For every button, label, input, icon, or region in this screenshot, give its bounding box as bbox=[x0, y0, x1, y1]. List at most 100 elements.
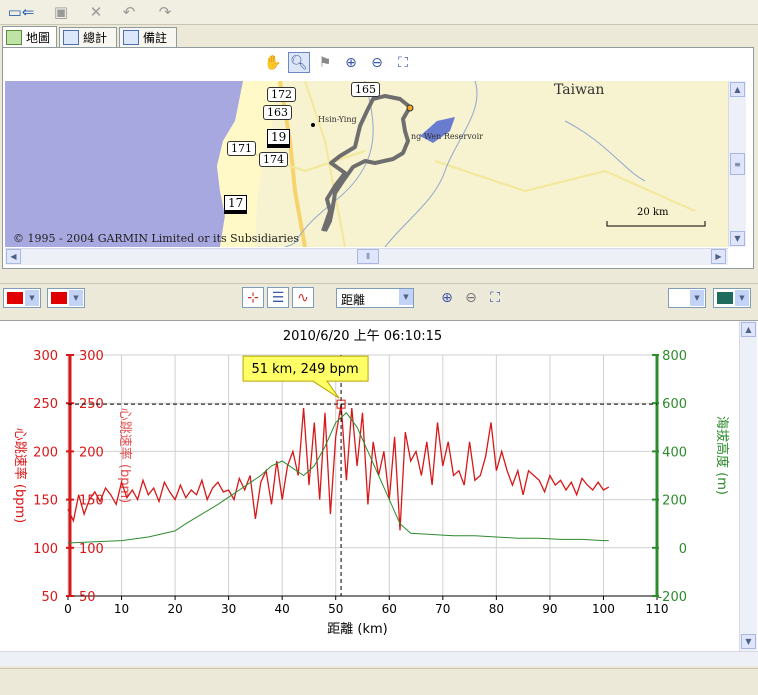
zoom-in-icon[interactable]: ⊕ bbox=[436, 287, 458, 308]
right-tick-label: 400 bbox=[662, 445, 687, 460]
scale-bar bbox=[606, 221, 706, 227]
right-axis-title: 海拔高度 (m) bbox=[714, 416, 730, 495]
tab-map[interactable]: 地圖 bbox=[2, 26, 57, 48]
scroll-left-icon[interactable]: ◀ bbox=[6, 249, 21, 264]
left-tick-label-inner: 300 bbox=[79, 349, 104, 364]
line-graph-icon[interactable]: ∿ bbox=[292, 287, 314, 308]
left-tick-label-inner: 200 bbox=[79, 445, 104, 460]
map-copyright: © 1995 - 2004 GARMIN Limited or its Subs… bbox=[13, 232, 300, 245]
track-endpoint bbox=[406, 104, 414, 112]
left-axis-title: 心跳速率 (bpm) bbox=[12, 428, 28, 523]
x-tick-label: 20 bbox=[167, 602, 182, 616]
right-tick-label: -200 bbox=[657, 590, 687, 605]
status-bar bbox=[0, 668, 758, 695]
chart-horizontal-scrollbar[interactable] bbox=[0, 651, 758, 666]
list-icon bbox=[63, 30, 79, 45]
scroll-down-icon[interactable]: ▼ bbox=[730, 231, 745, 246]
chevron-down-icon: ▼ bbox=[690, 290, 704, 306]
color-swatch bbox=[717, 292, 733, 304]
scroll-thumb[interactable]: ≡ bbox=[730, 153, 745, 175]
color-swatch bbox=[7, 292, 23, 304]
undo-icon[interactable]: ↶ bbox=[118, 2, 140, 22]
elevation-series bbox=[67, 412, 609, 544]
zoom-in-icon[interactable]: ⊕ bbox=[340, 52, 362, 73]
tab-map-label: 地圖 bbox=[26, 31, 51, 45]
chart-vertical-scrollbar[interactable]: ▲ ▼ bbox=[739, 321, 757, 651]
fit-extent-icon[interactable]: ⛶ bbox=[484, 287, 506, 308]
delete-icon[interactable]: ✕ bbox=[85, 2, 107, 22]
main-toolbar: ▭⇐ ▣ ✕ ↶ ↷ bbox=[0, 0, 758, 25]
crosshair-icon[interactable]: ⊹ bbox=[242, 287, 264, 308]
road-shield: 174 bbox=[259, 152, 288, 167]
chevron-down-icon: ▼ bbox=[735, 290, 749, 306]
region-label: Taiwan bbox=[554, 82, 605, 98]
zoom-out-icon[interactable]: ⊖ bbox=[460, 287, 482, 308]
left-tick-label-inner: 50 bbox=[79, 590, 96, 605]
left-tick-label-outer: 250 bbox=[33, 397, 58, 412]
road-shield: 163 bbox=[263, 105, 292, 120]
chevron-down-icon: ▼ bbox=[69, 290, 83, 306]
xaxis-select[interactable]: 距離 ▼ bbox=[336, 288, 414, 308]
map-toolbar: ✋ 🔍︎ ⚑ ⊕ ⊖ ⛶ bbox=[262, 52, 414, 74]
x-tick-label: 50 bbox=[328, 602, 343, 616]
map-vertical-scrollbar[interactable]: ▲ ≡ ▼ bbox=[728, 81, 746, 247]
x-tick-label: 30 bbox=[221, 602, 236, 616]
right-tick-label: 200 bbox=[662, 494, 687, 509]
stacked-view-icon[interactable]: ☰ bbox=[267, 287, 289, 308]
left-tick-label-outer: 200 bbox=[33, 445, 58, 460]
scroll-thumb[interactable]: ⦀ bbox=[357, 249, 379, 264]
x-tick-label: 0 bbox=[64, 602, 72, 616]
redo-icon[interactable]: ↷ bbox=[154, 2, 176, 22]
x-tick-label: 70 bbox=[435, 602, 450, 616]
save-icon[interactable]: ▣ bbox=[50, 2, 72, 22]
chart-panel: 2010/6/20 上午 06:10:15 0 10 20 30 40 50 60 70 80 90… bbox=[0, 320, 758, 666]
pan-hand-icon[interactable]: ✋ bbox=[262, 52, 284, 73]
sea-area bbox=[5, 81, 250, 247]
x-axis-title: 距離 (km) bbox=[327, 622, 387, 637]
x-tick-label: 80 bbox=[489, 602, 504, 616]
scroll-down-icon[interactable]: ▼ bbox=[741, 634, 756, 649]
left-tick-label-outer: 100 bbox=[33, 542, 58, 557]
left-tick-label-outer: 300 bbox=[33, 349, 58, 364]
scroll-right-icon[interactable]: ▶ bbox=[711, 249, 726, 264]
x-tick-label: 40 bbox=[275, 602, 290, 616]
x-tick-label: 90 bbox=[542, 602, 557, 616]
chart-zoom-buttons: ⊕ ⊖ ⛶ bbox=[436, 287, 506, 308]
select-dropdown: ▼ bbox=[397, 289, 413, 307]
color-swatch bbox=[672, 292, 688, 304]
city-dot bbox=[311, 123, 315, 127]
profile-chart[interactable]: 2010/6/20 上午 06:10:15 0 10 20 30 40 50 60 70 80 90… bbox=[0, 321, 738, 651]
tab-bar: 地圖 總計 備註 bbox=[0, 26, 758, 48]
chevron-down-icon: ▼ bbox=[25, 290, 39, 306]
elevation-color-picker[interactable]: ▼ bbox=[713, 288, 751, 308]
x-tick-label: 60 bbox=[382, 602, 397, 616]
left-tick-label-outer: 150 bbox=[33, 494, 58, 509]
chart-view-buttons: ⊹ ☰ ∿ bbox=[242, 287, 314, 308]
elevation-fill-picker[interactable]: ▼ bbox=[668, 288, 706, 308]
map-horizontal-scrollbar[interactable]: ◀ ⦀ ▶ bbox=[5, 248, 728, 265]
map-canvas bbox=[5, 81, 706, 247]
tab-totals[interactable]: 總計 bbox=[59, 27, 117, 47]
heart-color-picker[interactable]: ▼ bbox=[3, 288, 41, 308]
scroll-up-icon[interactable]: ▲ bbox=[730, 82, 745, 97]
fit-extent-icon[interactable]: ⛶ bbox=[392, 52, 414, 73]
device-icon[interactable]: ▭⇐ bbox=[4, 2, 38, 22]
flag-icon[interactable]: ⚑ bbox=[314, 52, 336, 73]
color-swatch bbox=[51, 292, 67, 304]
magnify-icon[interactable]: 🔍︎ bbox=[288, 52, 310, 73]
map-view[interactable]: Taiwan Hsin-Ying ng Wen Reservoir 20 km … bbox=[5, 81, 728, 247]
chart-title: 2010/6/20 上午 06:10:15 bbox=[283, 329, 442, 344]
road-shield: 171 bbox=[227, 141, 256, 156]
tab-notes[interactable]: 備註 bbox=[119, 27, 177, 47]
heart-rate-series bbox=[67, 404, 610, 531]
left-tick-label-outer: 50 bbox=[41, 590, 58, 605]
reservoir-label: ng Wen Reservoir bbox=[411, 132, 483, 141]
river bbox=[384, 81, 478, 247]
line-color-picker[interactable]: ▼ bbox=[47, 288, 85, 308]
highway-shield: 17 bbox=[224, 195, 248, 214]
scroll-up-icon[interactable]: ▲ bbox=[741, 322, 756, 337]
zoom-out-icon[interactable]: ⊖ bbox=[366, 52, 388, 73]
x-tick-label: 100 bbox=[592, 602, 615, 616]
chevron-down-icon: ▼ bbox=[399, 289, 413, 305]
right-tick-label: 0 bbox=[679, 542, 687, 557]
